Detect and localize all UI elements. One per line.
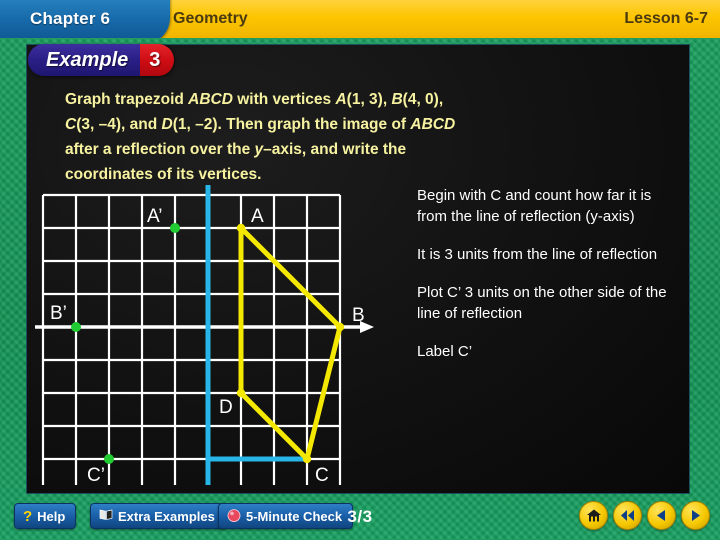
example-badge-word: Example xyxy=(28,44,141,76)
example-badge-number: 3 xyxy=(140,44,175,76)
slide-content-panel: Graph trapezoid ABCD with vertices A(1, … xyxy=(26,44,690,494)
prompt-line-4: coordinates of its vertices. xyxy=(65,166,262,183)
vertex-point-d xyxy=(236,388,246,398)
image-label-cprime: C’ xyxy=(87,465,105,485)
first-slide-button[interactable] xyxy=(613,501,642,530)
step-4: Label C’ xyxy=(417,343,473,360)
vertex-label-d: D xyxy=(219,397,233,418)
double-left-arrow-icon xyxy=(619,508,636,523)
home-icon xyxy=(586,508,602,523)
navigation-buttons xyxy=(579,501,710,530)
image-point-bprime xyxy=(71,322,81,332)
prompt-line-3: after a reflection over the y–axis, and … xyxy=(65,141,407,158)
example-badge: Example 3 xyxy=(28,44,175,76)
image-point-aprime xyxy=(170,223,180,233)
header-bar: Chapter 6 Geometry Lesson 6-7 xyxy=(0,0,720,38)
image-point-cprime xyxy=(104,454,114,464)
lesson-label: Lesson 6-7 xyxy=(624,10,708,27)
image-label-bprime: B’ xyxy=(50,303,67,324)
step-2: It is 3 units from the line of reflectio… xyxy=(417,246,658,263)
previous-slide-button[interactable] xyxy=(647,501,676,530)
problem-statement: Graph trapezoid ABCD with vertices A(1, … xyxy=(65,87,675,187)
step-1: Begin with C and count how far it is fro… xyxy=(417,187,652,225)
home-button[interactable] xyxy=(579,501,608,530)
left-arrow-icon xyxy=(654,508,669,523)
prompt-line-1: Graph trapezoid ABCD with vertices A(1, … xyxy=(65,91,444,108)
vertex-point-c xyxy=(302,454,312,464)
next-slide-button[interactable] xyxy=(681,501,710,530)
vertex-point-a xyxy=(236,223,246,233)
coordinate-graph-svg: A B C D A’ B’ C’ xyxy=(35,185,374,485)
coordinate-graph: A B C D A’ B’ C’ xyxy=(35,185,405,485)
bottom-toolbar: ? Help Extra Examples 5-Minute Check 3/3 xyxy=(0,495,720,540)
trapezoid-outline xyxy=(238,225,343,462)
image-label-aprime: A’ xyxy=(147,206,162,227)
solution-steps: Begin with C and count how far it is fro… xyxy=(417,185,685,362)
vertex-label-c: C xyxy=(315,465,329,485)
vertex-point-b xyxy=(335,322,345,332)
vertex-label-a: A xyxy=(251,206,264,227)
prompt-line-2: C(3, –4), and D(1, –2). Then graph the i… xyxy=(65,116,456,133)
right-arrow-icon xyxy=(688,508,703,523)
chapter-label: Chapter 6 xyxy=(30,9,111,28)
step-3: Plot C’ 3 units on the other side of the… xyxy=(417,284,667,322)
vertex-label-b: B xyxy=(352,305,365,326)
subject-label: Geometry xyxy=(173,10,248,27)
